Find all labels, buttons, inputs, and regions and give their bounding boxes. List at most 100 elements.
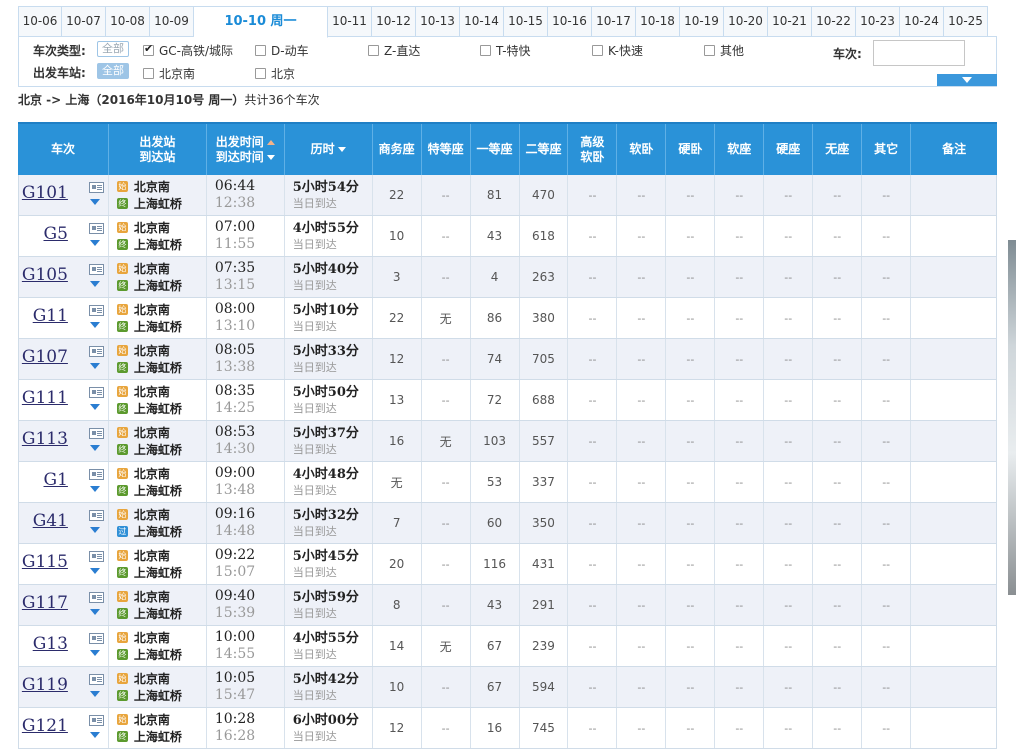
train-type-option[interactable]: D-动车 bbox=[255, 42, 309, 59]
stops-dropdown-icon[interactable] bbox=[90, 281, 100, 287]
train-no-input[interactable] bbox=[873, 40, 965, 66]
date-tab[interactable]: 10-15 bbox=[504, 6, 548, 37]
to-station-name[interactable]: 上海虹桥 bbox=[134, 605, 182, 622]
date-tab[interactable]: 10-12 bbox=[372, 6, 416, 37]
train-type-option[interactable]: Z-直达 bbox=[368, 42, 420, 59]
info-card-icon[interactable] bbox=[89, 428, 104, 439]
train-type-all-button[interactable]: 全部 bbox=[97, 41, 129, 57]
from-station-name[interactable]: 北京南 bbox=[134, 465, 170, 482]
to-station-name[interactable]: 上海虹桥 bbox=[134, 564, 182, 581]
date-tab[interactable]: 10-07 bbox=[62, 6, 106, 37]
date-tab[interactable]: 10-09 bbox=[150, 6, 194, 37]
info-card-icon[interactable] bbox=[89, 305, 104, 316]
to-station-name[interactable]: 上海虹桥 bbox=[134, 236, 182, 253]
stops-dropdown-icon[interactable] bbox=[90, 240, 100, 246]
train-number-link[interactable]: G121 bbox=[22, 716, 68, 736]
from-station-name[interactable]: 北京南 bbox=[134, 342, 170, 359]
date-tab[interactable]: 10-13 bbox=[416, 6, 460, 37]
col-arr-time-sort[interactable]: 到达时间 bbox=[216, 150, 275, 165]
stops-dropdown-icon[interactable] bbox=[90, 322, 100, 328]
date-tab[interactable]: 10-17 bbox=[592, 6, 636, 37]
checkbox-icon[interactable] bbox=[255, 45, 266, 56]
train-number-link[interactable]: G113 bbox=[22, 429, 68, 449]
collapse-filter-button[interactable] bbox=[937, 74, 997, 86]
to-station-name[interactable]: 上海虹桥 bbox=[134, 728, 182, 745]
date-tab[interactable]: 10-18 bbox=[636, 6, 680, 37]
checkbox-icon[interactable] bbox=[143, 45, 154, 56]
train-number-link[interactable]: G41 bbox=[33, 511, 68, 531]
date-tab[interactable]: 10-24 bbox=[900, 6, 944, 37]
info-card-icon[interactable] bbox=[89, 510, 104, 521]
info-card-icon[interactable] bbox=[89, 674, 104, 685]
train-type-option[interactable]: K-快速 bbox=[592, 42, 643, 59]
info-card-icon[interactable] bbox=[89, 223, 104, 234]
checkbox-icon[interactable] bbox=[704, 45, 715, 56]
info-card-icon[interactable] bbox=[89, 592, 104, 603]
station-all-button[interactable]: 全部 bbox=[97, 63, 129, 79]
from-station-name[interactable]: 北京南 bbox=[134, 260, 170, 277]
train-number-link[interactable]: G117 bbox=[22, 593, 68, 613]
date-tab[interactable]: 10-08 bbox=[106, 6, 150, 37]
checkbox-icon[interactable] bbox=[592, 45, 603, 56]
to-station-name[interactable]: 上海虹桥 bbox=[134, 523, 182, 540]
date-tab[interactable]: 10-23 bbox=[856, 6, 900, 37]
col-time[interactable]: 出发时间到达时间 bbox=[207, 124, 285, 175]
stops-dropdown-icon[interactable] bbox=[90, 404, 100, 410]
checkbox-icon[interactable] bbox=[143, 68, 154, 79]
info-card-icon[interactable] bbox=[89, 182, 104, 193]
train-type-option[interactable]: T-特快 bbox=[480, 42, 531, 59]
train-number-link[interactable]: G5 bbox=[44, 224, 68, 244]
to-station-name[interactable]: 上海虹桥 bbox=[134, 318, 182, 335]
date-tab[interactable]: 10-14 bbox=[460, 6, 504, 37]
to-station-name[interactable]: 上海虹桥 bbox=[134, 687, 182, 704]
stops-dropdown-icon[interactable] bbox=[90, 732, 100, 738]
info-card-icon[interactable] bbox=[89, 715, 104, 726]
to-station-name[interactable]: 上海虹桥 bbox=[134, 359, 182, 376]
train-type-option[interactable]: GC-高铁/城际 bbox=[143, 42, 233, 59]
from-station-name[interactable]: 北京南 bbox=[134, 178, 170, 195]
stops-dropdown-icon[interactable] bbox=[90, 445, 100, 451]
from-station-name[interactable]: 北京南 bbox=[134, 383, 170, 400]
info-card-icon[interactable] bbox=[89, 469, 104, 480]
to-station-name[interactable]: 上海虹桥 bbox=[134, 400, 182, 417]
stops-dropdown-icon[interactable] bbox=[90, 691, 100, 697]
date-tab[interactable]: 10-25 bbox=[944, 6, 988, 37]
train-number-link[interactable]: G101 bbox=[22, 183, 68, 203]
train-number-link[interactable]: G13 bbox=[33, 634, 68, 654]
col-dep-time-sort[interactable]: 出发时间 bbox=[216, 135, 275, 150]
train-number-link[interactable]: G111 bbox=[22, 388, 68, 408]
train-number-link[interactable]: G11 bbox=[33, 306, 68, 326]
to-station-name[interactable]: 上海虹桥 bbox=[134, 277, 182, 294]
checkbox-icon[interactable] bbox=[368, 45, 379, 56]
train-number-link[interactable]: G1 bbox=[44, 470, 68, 490]
info-card-icon[interactable] bbox=[89, 264, 104, 275]
from-station-name[interactable]: 北京南 bbox=[134, 424, 170, 441]
stops-dropdown-icon[interactable] bbox=[90, 527, 100, 533]
info-card-icon[interactable] bbox=[89, 551, 104, 562]
from-station-name[interactable]: 北京南 bbox=[134, 547, 170, 564]
stops-dropdown-icon[interactable] bbox=[90, 650, 100, 656]
checkbox-icon[interactable] bbox=[480, 45, 491, 56]
checkbox-icon[interactable] bbox=[255, 68, 266, 79]
from-station-name[interactable]: 北京南 bbox=[134, 711, 170, 728]
col-duration-sort[interactable]: 历时 bbox=[311, 142, 346, 157]
train-number-link[interactable]: G105 bbox=[22, 265, 68, 285]
date-tab[interactable]: 10-06 bbox=[18, 6, 62, 37]
stops-dropdown-icon[interactable] bbox=[90, 199, 100, 205]
date-tab[interactable]: 10-10 周一 bbox=[194, 6, 328, 38]
date-tab[interactable]: 10-21 bbox=[768, 6, 812, 37]
from-station-name[interactable]: 北京南 bbox=[134, 301, 170, 318]
info-card-icon[interactable] bbox=[89, 633, 104, 644]
to-station-name[interactable]: 上海虹桥 bbox=[134, 441, 182, 458]
info-card-icon[interactable] bbox=[89, 346, 104, 357]
from-station-name[interactable]: 北京南 bbox=[134, 219, 170, 236]
from-station-name[interactable]: 北京南 bbox=[134, 670, 170, 687]
col-duration[interactable]: 历时 bbox=[285, 124, 373, 175]
to-station-name[interactable]: 上海虹桥 bbox=[134, 195, 182, 212]
station-option[interactable]: 北京 bbox=[255, 65, 295, 82]
date-tab[interactable]: 10-11 bbox=[328, 6, 372, 37]
to-station-name[interactable]: 上海虹桥 bbox=[134, 646, 182, 663]
info-card-icon[interactable] bbox=[89, 387, 104, 398]
stops-dropdown-icon[interactable] bbox=[90, 486, 100, 492]
to-station-name[interactable]: 上海虹桥 bbox=[134, 482, 182, 499]
